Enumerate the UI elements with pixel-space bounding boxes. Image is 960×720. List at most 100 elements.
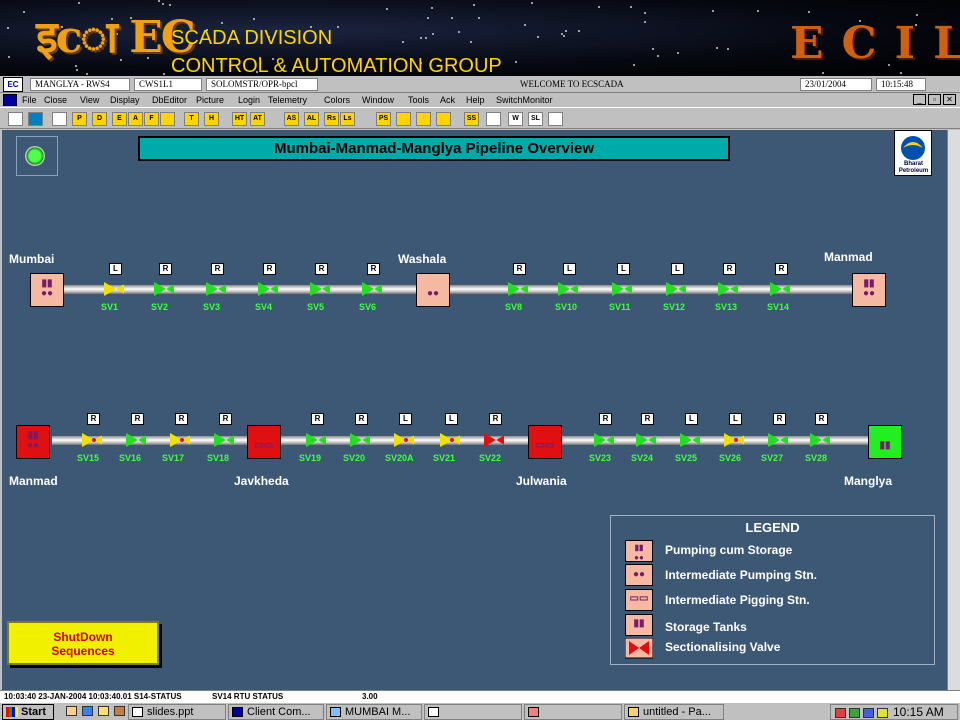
toolbar-button-10[interactable]: H (204, 112, 219, 126)
valve-sv15[interactable] (82, 432, 102, 448)
star (652, 47, 655, 50)
task-blank-b[interactable] (524, 704, 622, 720)
valve-sv20a[interactable] (394, 432, 414, 448)
station-javkheda[interactable]: ▭▭ (247, 425, 281, 459)
station-manmad-1[interactable]: ▮▮ ●● (852, 273, 886, 307)
valve-sv25[interactable] (680, 432, 700, 448)
toolbar-button-9[interactable]: T (184, 112, 199, 126)
valve-sv2[interactable] (154, 281, 174, 297)
menu-switchmonitor[interactable]: SwitchMonitor (496, 94, 553, 106)
valve-sv1[interactable] (104, 281, 124, 297)
toolbar-button-12[interactable]: AT (250, 112, 265, 126)
valve-sv23[interactable] (594, 432, 614, 448)
menu-login[interactable]: Login (238, 94, 260, 106)
task-slides[interactable]: slides.ppt (128, 704, 226, 720)
valve-sv17[interactable] (170, 432, 190, 448)
station-julwania[interactable]: ▭▭ (528, 425, 562, 459)
toolbar-button-22[interactable] (486, 112, 501, 126)
start-button[interactable]: Start (2, 704, 54, 720)
valve-sv26[interactable] (724, 432, 744, 448)
valve-sv4[interactable] (258, 281, 278, 297)
minimize-button[interactable]: _ (913, 94, 926, 105)
menu-display[interactable]: Display (110, 94, 140, 106)
valve-sv20[interactable] (350, 432, 370, 448)
menu-ack[interactable]: Ack (440, 94, 455, 106)
menu-file[interactable]: File (22, 94, 37, 106)
toolbar-button-13[interactable]: AS (284, 112, 299, 126)
valve-sv8[interactable] (508, 281, 528, 297)
ie-icon[interactable] (82, 706, 93, 716)
toolbar-button-1[interactable] (28, 112, 43, 126)
date-field: 23/01/2004 (800, 78, 872, 91)
valve-sv10[interactable] (558, 281, 578, 297)
valve-sv12[interactable] (666, 281, 686, 297)
toolbar-button-0[interactable] (8, 112, 23, 126)
close-button[interactable]: ✕ (943, 94, 956, 105)
tray-a-icon[interactable] (835, 708, 846, 718)
toolbar-button-3[interactable]: P (72, 112, 87, 126)
task-mumbai[interactable]: MUMBAI M... (326, 704, 422, 720)
menu-tools[interactable]: Tools (408, 94, 429, 106)
toolbar-button-14[interactable]: AL (304, 112, 319, 126)
menu-dbeditor[interactable]: DbEditor (152, 94, 187, 106)
toolbar-button-16[interactable]: Ls (340, 112, 355, 126)
station-washala[interactable]: ●● (416, 273, 450, 307)
valve-sv28[interactable] (810, 432, 830, 448)
restore-button[interactable]: ▫ (928, 94, 941, 105)
toolbar-button-8[interactable] (160, 112, 175, 126)
comm-status-indicator[interactable] (16, 136, 58, 176)
station-manmad-2[interactable]: ▮▮ ●● (16, 425, 50, 459)
toolbar-button-6[interactable]: A (128, 112, 143, 126)
valve-sv24[interactable] (636, 432, 656, 448)
ec-app-icon[interactable]: EC (3, 77, 23, 92)
toolbar-button-15[interactable]: Rs (324, 112, 339, 126)
valve-sv16[interactable] (126, 432, 146, 448)
speaker-icon[interactable] (877, 708, 888, 718)
station-mumbai[interactable]: ▮▮ ●● (30, 273, 64, 307)
shutdown-sequences-button[interactable]: ShutDown Sequences (7, 621, 159, 665)
toolbar-button-25[interactable] (548, 112, 563, 126)
tray-c-icon[interactable] (863, 708, 874, 718)
toolbar-button-18[interactable] (396, 112, 411, 126)
task-blank-a[interactable] (424, 704, 522, 720)
menu-picture[interactable]: Picture (196, 94, 224, 106)
vertical-scrollbar[interactable] (947, 130, 960, 690)
toolbar-button-20[interactable] (436, 112, 451, 126)
toolbar-button-5[interactable]: E (112, 112, 127, 126)
valve-sv19[interactable] (306, 432, 326, 448)
valve-sv11[interactable] (612, 281, 632, 297)
menu-window[interactable]: Window (362, 94, 394, 106)
menu-telemetry[interactable]: Telemetry (268, 94, 307, 106)
window-menu-icon[interactable] (3, 94, 17, 106)
valve-sv21[interactable] (440, 432, 460, 448)
toolbar-button-7[interactable]: F (144, 112, 159, 126)
menu-help[interactable]: Help (466, 94, 485, 106)
toolbar-button-23[interactable]: W (508, 112, 523, 126)
toolbar-button-4[interactable]: D (92, 112, 107, 126)
valve-sv27[interactable] (768, 432, 788, 448)
station-manglya[interactable]: ▮▮ (868, 425, 902, 459)
task-client-com[interactable]: Client Com... (228, 704, 324, 720)
toolbar-button-19[interactable] (416, 112, 431, 126)
menu-close[interactable]: Close (44, 94, 67, 106)
valve-sv13[interactable] (718, 281, 738, 297)
valve-sv22[interactable] (484, 432, 504, 448)
toolbar-button-17[interactable]: PS (376, 112, 391, 126)
task-paint[interactable]: untitled - Pa... (624, 704, 724, 720)
menu-view[interactable]: View (80, 94, 99, 106)
valve-sv14[interactable] (770, 281, 790, 297)
desktop-icon[interactable] (66, 706, 77, 716)
app-icon[interactable] (114, 706, 125, 716)
toolbar-button-24[interactable]: SL (528, 112, 543, 126)
valve-sv18[interactable] (214, 432, 234, 448)
tray-b-icon[interactable] (849, 708, 860, 718)
toolbar-button-11[interactable]: HT (232, 112, 247, 126)
valve-sv3[interactable] (206, 281, 226, 297)
valve-sv6[interactable] (362, 281, 382, 297)
overview-title-box: Mumbai-Manmad-Manglya Pipeline Overview (138, 136, 730, 161)
outlook-icon[interactable] (98, 706, 109, 716)
toolbar-button-2[interactable] (52, 112, 67, 126)
menu-colors[interactable]: Colors (324, 94, 350, 106)
toolbar-button-21[interactable]: SS (464, 112, 479, 126)
valve-sv5[interactable] (310, 281, 330, 297)
